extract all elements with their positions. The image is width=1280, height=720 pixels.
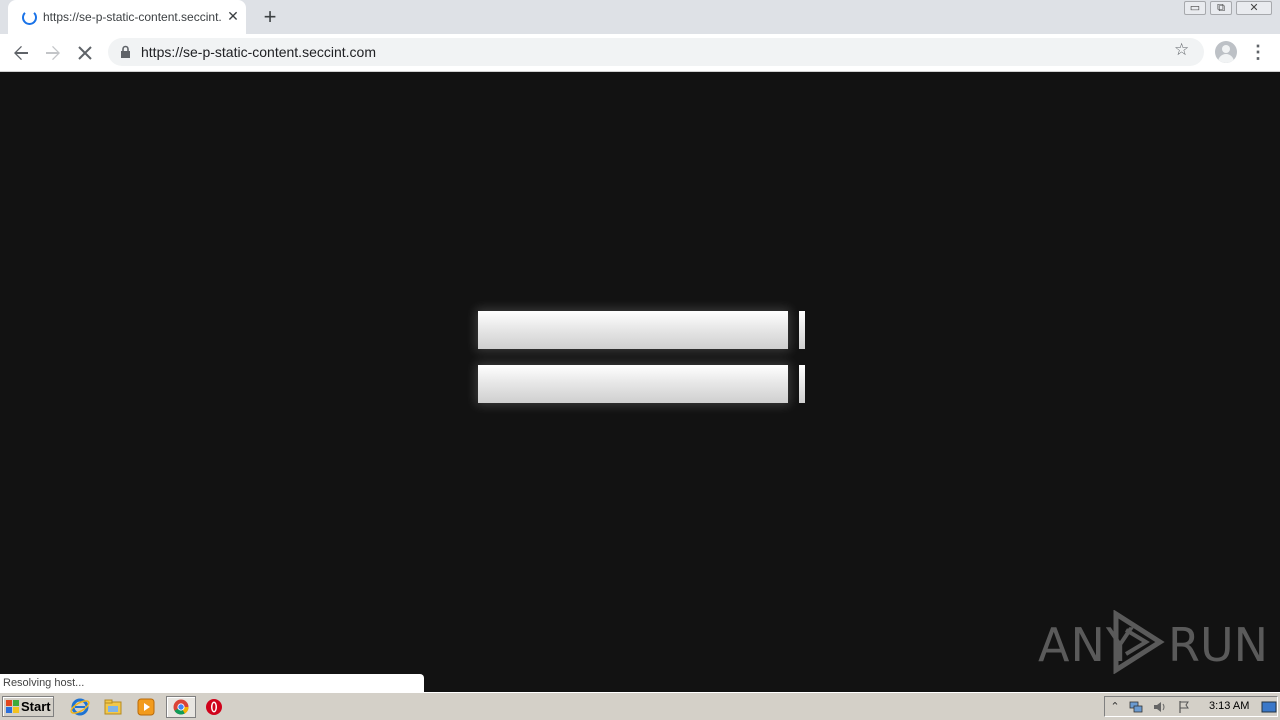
forward-arrow-icon[interactable] <box>40 40 66 66</box>
loading-bar-top <box>478 311 788 349</box>
browser-tab[interactable]: https://se-p-static-content.seccint.c ✕ <box>8 0 246 34</box>
opera-icon[interactable] <box>204 697 224 717</box>
loading-bar-top-cap <box>799 311 805 349</box>
show-hidden-icons-icon[interactable]: ⌃ <box>1108 700 1122 714</box>
loading-spinner-icon <box>22 10 37 25</box>
tab-close-button[interactable]: ✕ <box>225 7 241 25</box>
bookmark-star-icon[interactable]: ☆ <box>1174 40 1189 60</box>
browser-toolbar: https://se-p-static-content.seccint.com … <box>0 34 1280 72</box>
url-text[interactable]: https://se-p-static-content.seccint.com <box>141 44 376 60</box>
window-maximize-button[interactable]: ⧉ <box>1210 1 1232 15</box>
system-tray: ⌃ 3:13 AM <box>1104 696 1278 717</box>
volume-icon[interactable] <box>1152 700 1166 714</box>
play-triangle-icon <box>1113 610 1165 674</box>
show-desktop-icon[interactable] <box>1261 700 1277 714</box>
watermark-text-right: RUN <box>1168 618 1269 672</box>
start-button[interactable]: Start <box>2 696 54 717</box>
avatar-head <box>1222 45 1230 53</box>
avatar-body <box>1218 54 1234 63</box>
stop-loading-icon[interactable] <box>72 40 98 66</box>
windows-taskbar: Start ⌃ 3:13 AM <box>0 692 1280 720</box>
loading-bar-bottom <box>478 365 788 403</box>
new-tab-button[interactable]: + <box>258 5 282 29</box>
chrome-icon <box>173 699 189 715</box>
window-minimize-button[interactable]: ▭ <box>1184 1 1206 15</box>
status-bubble: Resolving host... <box>0 674 424 692</box>
profile-avatar-icon[interactable] <box>1215 41 1237 63</box>
anyrun-watermark-logo: ANY RUN <box>1038 610 1268 674</box>
start-label: Start <box>21 699 51 714</box>
chrome-taskbar-button[interactable] <box>166 696 196 718</box>
windows-flag-icon <box>6 700 19 713</box>
windows-explorer-icon[interactable] <box>103 697 123 717</box>
page-viewport: ANY RUN <box>0 72 1280 692</box>
action-center-flag-icon[interactable] <box>1177 700 1191 714</box>
internet-explorer-icon[interactable] <box>70 697 90 717</box>
loading-bar-bottom-cap <box>799 365 805 403</box>
lock-icon <box>120 45 131 59</box>
kebab-menu-icon[interactable]: ⋮ <box>1248 38 1268 66</box>
tab-title: https://se-p-static-content.seccint.c <box>43 10 221 24</box>
media-player-icon[interactable] <box>136 697 156 717</box>
network-icon[interactable] <box>1129 700 1143 714</box>
back-arrow-icon[interactable] <box>8 40 34 66</box>
address-bar[interactable]: https://se-p-static-content.seccint.com … <box>108 38 1204 66</box>
tab-strip: https://se-p-static-content.seccint.c ✕ … <box>0 0 1280 34</box>
taskbar-clock[interactable]: 3:13 AM <box>1209 700 1249 712</box>
window-close-button[interactable]: ✕ <box>1236 1 1272 15</box>
